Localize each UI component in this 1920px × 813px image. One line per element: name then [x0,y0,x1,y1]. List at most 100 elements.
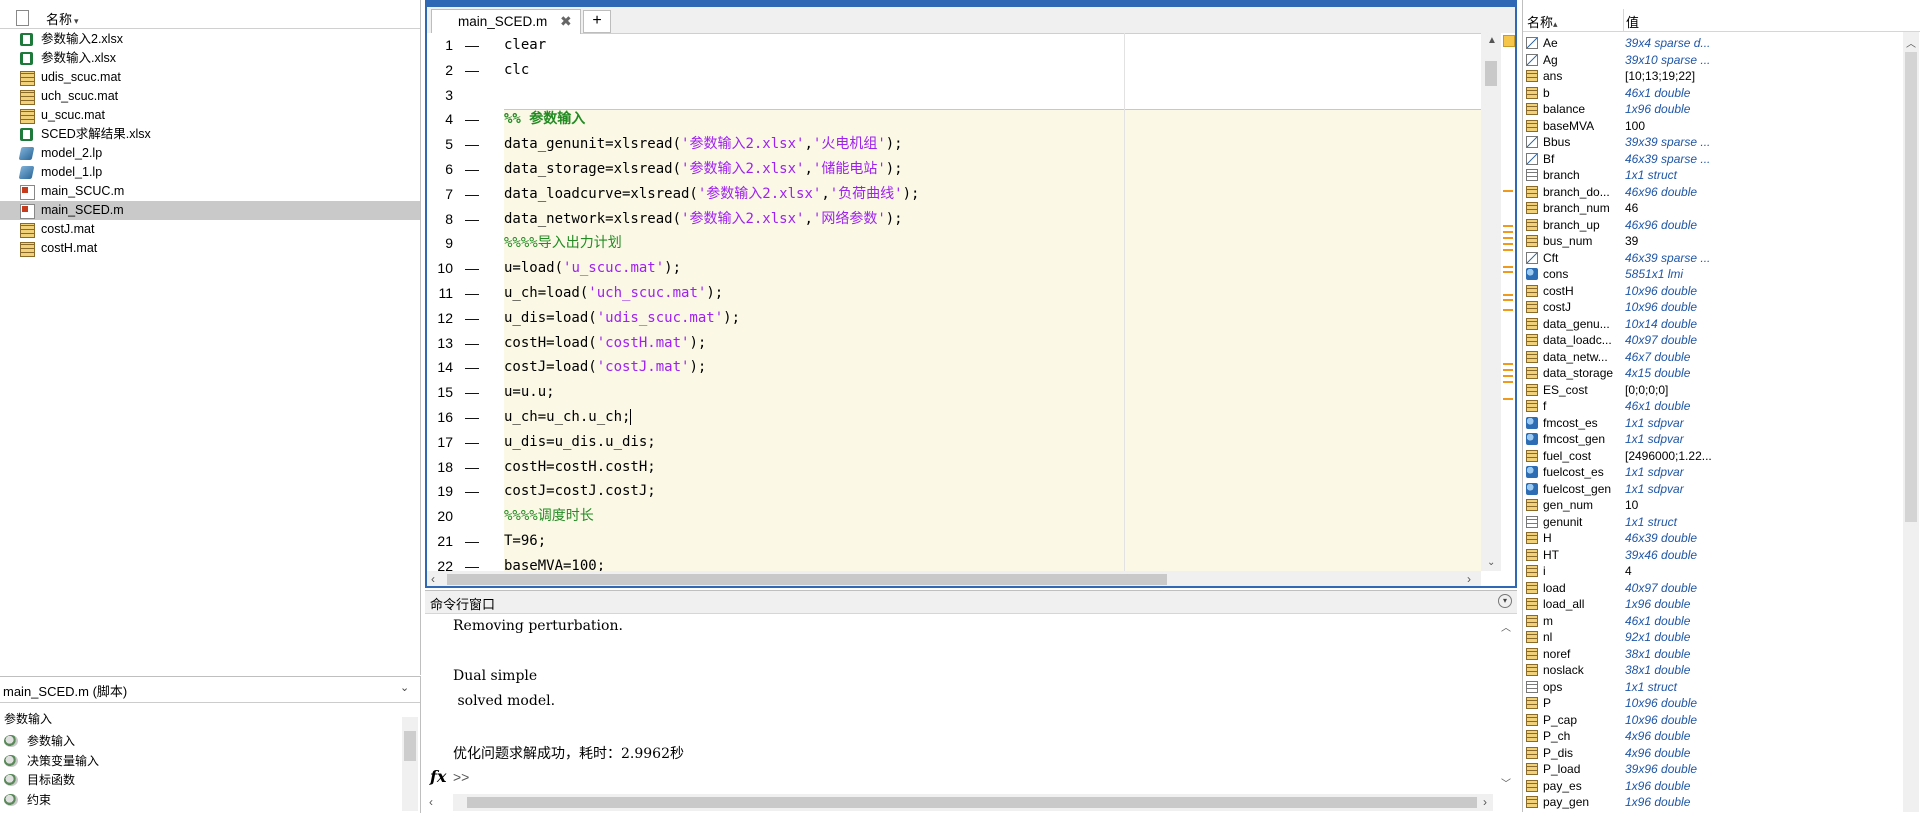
code-area[interactable]: 1 — clear 2 — clc 3 4 — %% 参数输入 5 — data_genunit=xls… [427,33,1481,571]
variable-row[interactable]: bus_num 39 [1523,233,1901,250]
variable-row[interactable]: P_cap 10x96 double [1523,712,1901,729]
variable-row[interactable]: costJ 10x96 double [1523,299,1901,316]
variable-row[interactable]: branch_up 46x96 double [1523,217,1901,234]
variable-row[interactable]: HT 39x46 double [1523,547,1901,564]
file-list-header[interactable]: 名称 ▾ [0,6,420,29]
variable-row[interactable]: branch 1x1 struct [1523,167,1901,184]
scroll-right-icon[interactable]: › [1483,795,1487,809]
scrollbar-thumb[interactable] [1485,61,1497,86]
warning-marker[interactable] [1503,271,1513,273]
warning-marker[interactable] [1503,363,1513,365]
warning-indicator-icon[interactable] [1503,35,1515,47]
warning-marker[interactable] [1503,266,1513,268]
breakpoint-slot[interactable]: — [465,33,479,58]
scrollbar-thumb[interactable] [404,731,416,761]
scroll-right-icon[interactable]: › [1467,572,1471,586]
warning-marker[interactable] [1503,225,1513,227]
variable-row[interactable]: branch_num 46 [1523,200,1901,217]
variable-row[interactable]: ops 1x1 struct [1523,679,1901,696]
file-row[interactable]: 参数输入2.xlsx [0,30,420,49]
name-column-header[interactable]: 名称 ▾ [46,9,79,28]
warning-marker[interactable] [1503,375,1513,377]
variable-row[interactable]: genunit 1x1 struct [1523,514,1901,531]
scroll-left-icon[interactable]: ‹ [431,572,435,586]
variable-row[interactable]: ES_cost [0;0;0;0] [1523,382,1901,399]
breakpoint-slot[interactable]: — [465,157,479,182]
variable-row[interactable]: balance 1x96 double [1523,101,1901,118]
command-horizontal-scrollbar[interactable]: ‹ › [429,794,1493,811]
breakpoint-slot[interactable]: — [465,182,479,207]
scroll-up-icon[interactable]: ︿ [1906,35,1916,50]
variable-row[interactable]: Cft 46x39 sparse ... [1523,250,1901,267]
scroll-up-icon[interactable]: ︿ [1501,619,1511,634]
variable-row[interactable]: load 40x97 double [1523,580,1901,597]
variable-row[interactable]: i4 [1523,563,1901,580]
variable-row[interactable]: data_loadc... 40x97 double [1523,332,1901,349]
variable-row[interactable]: Ag 39x10 sparse ... [1523,52,1901,69]
breakpoint-slot[interactable]: — [465,455,479,480]
variable-row[interactable]: H 46x39 double [1523,530,1901,547]
variable-row[interactable]: Ae 39x4 sparse d... [1523,35,1901,52]
scroll-up-icon[interactable]: ▲ [1487,35,1497,46]
scrollbar-thumb[interactable] [1905,52,1917,522]
command-prompt[interactable]: >> [453,769,469,785]
function-browser-icon[interactable]: fx [430,767,446,786]
breakpoint-slot[interactable]: — [465,355,479,380]
variable-row[interactable]: data_storage 4x15 double [1523,365,1901,382]
scroll-left-icon[interactable]: ‹ [429,795,433,809]
variable-row[interactable]: pay_gen 1x96 double [1523,794,1901,811]
breakpoint-slot[interactable]: — [465,281,479,306]
breakpoint-slot[interactable]: — [465,479,479,504]
warning-marker[interactable] [1503,381,1513,383]
scrollbar-thumb[interactable] [467,797,1477,808]
scroll-down-icon[interactable]: ⌄ [1487,557,1495,568]
variable-row[interactable]: ans [10;13;19;22] [1523,68,1901,85]
variable-row[interactable]: load_all 1x96 double [1523,596,1901,613]
variable-row[interactable]: b 46x1 double [1523,85,1901,102]
variable-row[interactable]: P 10x96 double [1523,695,1901,712]
chevron-down-icon[interactable]: ⌄ [400,681,409,694]
name-column-header[interactable]: 名称▴ [1527,12,1558,31]
warning-marker[interactable] [1503,243,1513,245]
warning-marker[interactable] [1503,249,1513,251]
file-row[interactable]: uch_scuc.mat [0,87,420,106]
variable-row[interactable]: P_dis 4x96 double [1523,745,1901,762]
warning-marker[interactable] [1503,369,1513,371]
file-row[interactable]: model_2.lp [0,144,420,163]
section-item[interactable]: 参数输入 [0,732,400,751]
breakpoint-slot[interactable]: — [465,331,479,356]
variable-row[interactable]: fuelcost_es 1x1 sdpvar [1523,464,1901,481]
variable-row[interactable]: P_ch 4x96 double [1523,728,1901,745]
breakpoint-slot[interactable]: — [465,405,479,430]
variable-row[interactable]: fmcost_es 1x1 sdpvar [1523,415,1901,432]
scrollbar-thumb[interactable] [447,574,1167,585]
variable-row[interactable]: m 46x1 double [1523,613,1901,630]
variable-row[interactable]: branch_do... 46x96 double [1523,184,1901,201]
variable-row[interactable]: noref 38x1 double [1523,646,1901,663]
file-row[interactable]: main_SCED.m [0,201,420,220]
variable-row[interactable]: fuelcost_gen 1x1 sdpvar [1523,481,1901,498]
command-vertical-scrollbar[interactable]: ︿ ﹀ [1497,615,1515,791]
breakpoint-slot[interactable]: — [465,132,479,157]
tab-main-sced[interactable]: main_SCED.m ✖ [431,9,581,34]
file-row[interactable]: 参数输入.xlsx [0,49,420,68]
variable-row[interactable]: noslack 38x1 double [1523,662,1901,679]
variable-row[interactable]: fmcost_gen 1x1 sdpvar [1523,431,1901,448]
warning-marker[interactable] [1503,190,1513,192]
breakpoint-slot[interactable]: — [465,529,479,554]
file-row[interactable]: costH.mat [0,239,420,258]
breakpoint-slot[interactable]: — [465,207,479,232]
variable-row[interactable]: costH 10x96 double [1523,283,1901,300]
breakpoint-slot[interactable]: — [465,107,479,132]
section-item[interactable]: 决策变量输入 [0,752,400,771]
new-tab-button[interactable]: + [583,10,611,33]
section-item[interactable]: 约束 [0,791,400,810]
breakpoint-slot[interactable]: — [465,554,479,571]
variable-row[interactable]: pay_es 1x96 double [1523,778,1901,795]
variable-row[interactable]: P_load 39x96 double [1523,761,1901,778]
breakpoint-slot[interactable]: — [465,256,479,281]
file-row[interactable]: udis_scuc.mat [0,68,420,87]
details-scrollbar[interactable] [402,717,418,811]
breakpoint-slot[interactable]: — [465,430,479,455]
section-item[interactable]: 目标函数 [0,771,400,790]
